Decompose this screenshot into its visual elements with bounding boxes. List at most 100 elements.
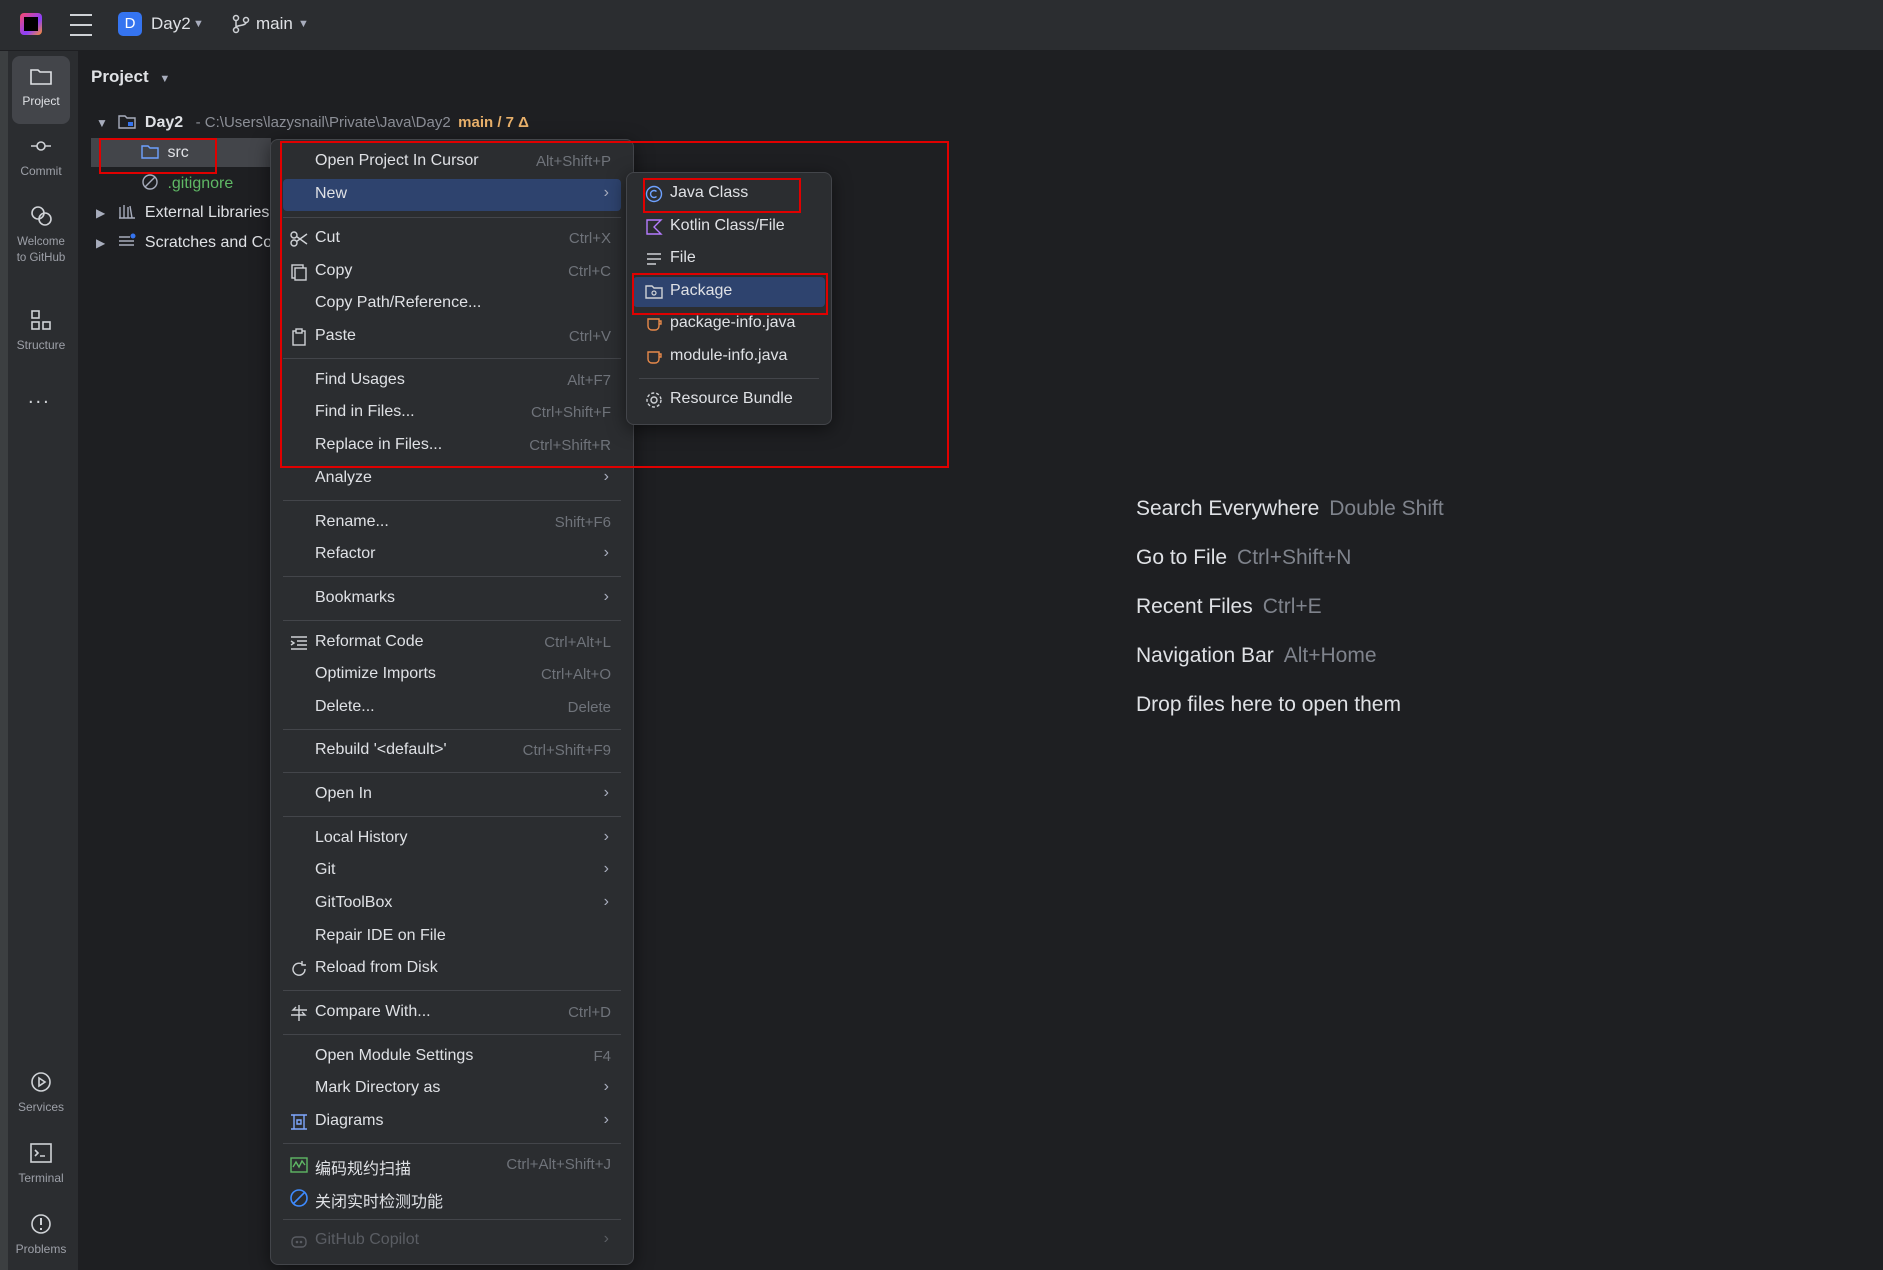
toolwindow-terminal[interactable]: Terminal: [12, 1141, 70, 1185]
more-tools-icon[interactable]: ...: [28, 386, 51, 409]
menu-label: Bookmarks: [315, 589, 396, 606]
menu-shortcut: Ctrl+Alt+O: [540, 666, 611, 683]
menu-item-close-realtime[interactable]: 关闭实时检测功能: [283, 1182, 621, 1214]
toolwindow-label: Commit: [20, 164, 62, 178]
menu-item-mark-directory[interactable]: Mark Directory as ›: [283, 1073, 621, 1105]
menu-item-local-history[interactable]: Local History ›: [283, 823, 621, 855]
hint-key: Double Shift: [1329, 497, 1444, 520]
diagram-icon: [291, 1114, 307, 1130]
toolwindow-structure[interactable]: Structure: [12, 308, 70, 352]
tree-item-gitignore[interactable]: .gitignore: [141, 173, 233, 193]
chevron-right-icon: ›: [603, 544, 609, 561]
tree-root[interactable]: ▼ Day2 - C:\Users\lazysnail\Private\Java…: [96, 113, 529, 132]
menu-item-compare-with[interactable]: Compare With... Ctrl+D: [283, 997, 621, 1029]
chevron-right-icon: ›: [603, 1078, 609, 1095]
chevron-right-icon: ›: [603, 784, 609, 801]
menu-label: Local History: [315, 829, 408, 846]
chevron-right-icon[interactable]: ▶: [96, 206, 110, 220]
menu-item-delete[interactable]: Delete... Delete: [283, 692, 621, 724]
scratches-icon: [119, 233, 136, 246]
hint-action: Drop files here to open them: [1136, 693, 1401, 716]
toolwindow-services[interactable]: Services: [12, 1070, 70, 1114]
menu-item-refactor[interactable]: Refactor ›: [283, 539, 621, 571]
tree-item-external-libraries[interactable]: ▶ External Libraries: [96, 203, 269, 222]
services-icon: [31, 1072, 51, 1092]
menu-item-open-in[interactable]: Open In ›: [283, 779, 621, 811]
menu-separator: [283, 1034, 621, 1035]
chevron-right-icon: ›: [603, 828, 609, 845]
menu-separator: [283, 816, 621, 817]
menu-item-optimize-imports[interactable]: Optimize Imports Ctrl+Alt+O: [283, 659, 621, 691]
reload-icon: [292, 961, 306, 976]
branch-switcher[interactable]: main: [256, 14, 293, 34]
menu-item-git[interactable]: Git ›: [283, 855, 621, 887]
hint-recent-files: Recent Files Ctrl+E: [1136, 595, 1322, 619]
project-switcher[interactable]: Day2: [151, 14, 191, 34]
toolwindow-label: Terminal: [18, 1171, 64, 1185]
menu-item-reformat-code[interactable]: Reformat Code Ctrl+Alt+L: [283, 627, 621, 659]
tree-item-scratches[interactable]: ▶ Scratches and Consoles: [96, 233, 270, 252]
menu-item-diagrams[interactable]: Diagrams ›: [283, 1106, 621, 1138]
structure-icon: [31, 310, 51, 330]
menu-item-gittoolbox[interactable]: GitToolBox ›: [283, 888, 621, 920]
menu-label: Open In: [315, 785, 372, 802]
menu-item-rebuild[interactable]: Rebuild '<default>' Ctrl+Shift+F9: [283, 735, 621, 767]
library-icon: [119, 205, 136, 219]
menu-label: Open Module Settings: [315, 1047, 474, 1064]
menu-shortcut: Ctrl+Shift+F9: [522, 742, 611, 759]
chevron-right-icon: ›: [603, 1111, 609, 1128]
chevron-right-icon: ›: [603, 860, 609, 877]
toolwindow-label: Structure: [16, 338, 66, 352]
hint-key: Alt+Home: [1283, 644, 1377, 667]
panel-title[interactable]: Project ▼: [91, 67, 170, 87]
title-bar: D Day2 ▼ main ▼: [0, 0, 1883, 51]
tree-item-label: Scratches and Consoles: [144, 234, 270, 251]
menu-item-code-scan[interactable]: 编码规约扫描 Ctrl+Alt+Shift+J: [283, 1149, 621, 1181]
menu-label: Rename...: [315, 513, 389, 530]
chevron-right-icon[interactable]: ▶: [96, 236, 110, 250]
menu-label: Delete...: [315, 698, 375, 715]
hint-action: Navigation Bar: [1136, 644, 1274, 667]
menu-item-rename[interactable]: Rename... Shift+F6: [283, 507, 621, 539]
project-badge[interactable]: D: [118, 12, 142, 36]
tree-item-label: .gitignore: [167, 175, 234, 192]
panel-title-label: Project: [91, 67, 149, 86]
menu-item-repair-ide[interactable]: Repair IDE on File: [283, 921, 621, 953]
menu-label: Mark Directory as: [315, 1079, 441, 1096]
chevron-down-icon[interactable]: ▼: [159, 73, 170, 85]
branch-icon[interactable]: [232, 14, 250, 34]
chevron-down-icon[interactable]: ▼: [96, 116, 110, 130]
toolwindow-welcome-github[interactable]: Welcome to GitHub: [12, 204, 70, 266]
ide-logo-icon[interactable]: [20, 13, 42, 35]
toolwindow-label: Services: [17, 1100, 64, 1114]
main-menu-icon[interactable]: [70, 14, 92, 36]
hint-key: Ctrl+Shift+N: [1237, 546, 1352, 569]
terminal-icon: [30, 1143, 52, 1163]
menu-label: Reformat Code: [315, 633, 424, 650]
menu-item-bookmarks[interactable]: Bookmarks ›: [283, 583, 621, 615]
menu-label: 编码规约扫描: [315, 1161, 412, 1178]
menu-separator: [283, 1143, 621, 1144]
ignore-icon: [142, 174, 158, 190]
menu-shortcut: Shift+F6: [554, 514, 611, 531]
chevron-down-icon[interactable]: ▼: [193, 18, 204, 30]
hint-drop-files: Drop files here to open them: [1136, 693, 1401, 717]
toolwindow-label: Welcome to GitHub: [16, 236, 66, 264]
toolwindow-project[interactable]: Project: [12, 56, 70, 124]
compare-icon: [291, 1005, 307, 1021]
hint-navigation-bar: Navigation Bar Alt+Home: [1136, 644, 1377, 668]
toolwindow-problems[interactable]: Problems: [12, 1212, 70, 1256]
hint-search-everywhere: Search Everywhere Double Shift: [1136, 497, 1444, 521]
chevron-right-icon: ›: [603, 468, 609, 485]
chevron-down-icon[interactable]: ▼: [298, 18, 309, 30]
left-edge: [0, 51, 8, 1270]
toolwindow-commit[interactable]: Commit: [12, 134, 70, 178]
menu-item-reload-disk[interactable]: Reload from Disk: [283, 953, 621, 985]
menu-item-module-settings[interactable]: Open Module Settings F4: [283, 1041, 621, 1073]
disable-icon: [290, 1189, 308, 1207]
menu-label: Reload from Disk: [315, 959, 438, 976]
menu-item-github-copilot: GitHub Copilot ›: [283, 1225, 621, 1257]
menu-separator: [283, 620, 621, 621]
menu-separator: [283, 1219, 621, 1220]
hint-key: Ctrl+E: [1262, 595, 1322, 618]
